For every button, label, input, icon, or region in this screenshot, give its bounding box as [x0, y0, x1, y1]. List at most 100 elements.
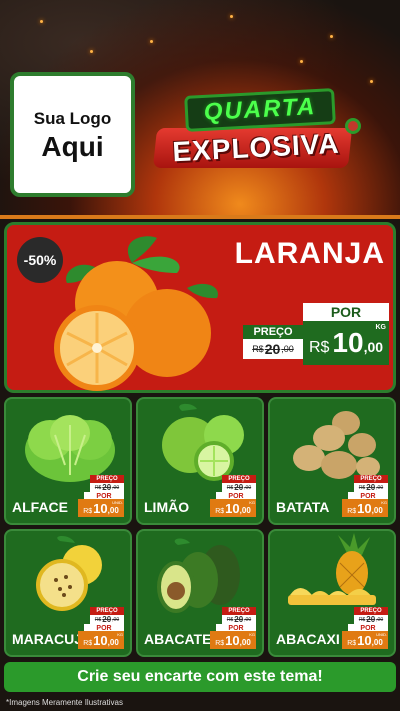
price-currency: R$	[215, 640, 225, 647]
price-cents: ,00	[363, 339, 384, 355]
old-price: R$ 20,00	[222, 483, 256, 492]
avocado-illustration	[157, 538, 240, 613]
spark-decoration	[330, 35, 333, 38]
new-price: KG R$ 10,00	[342, 499, 388, 517]
product-card-alface[interactable]: ALFACE PREÇO R$ 20,00 POR UNID. R$ 10,00	[4, 397, 132, 525]
logo-line-1: Sua Logo	[33, 108, 112, 128]
spark-decoration	[230, 15, 233, 18]
new-price: KG R$ 10 ,00	[303, 321, 389, 365]
old-price-cents: ,00	[376, 484, 384, 491]
product-card-abacaxi[interactable]: ABACAXI PREÇO R$ 20,00 POR UNID. R$ 10,00	[268, 529, 396, 657]
spark-decoration	[300, 60, 303, 63]
old-price: R$ 20,00	[222, 615, 256, 624]
price-value: 10	[357, 501, 372, 516]
price-value: 10	[332, 327, 364, 358]
price-value: 10	[93, 501, 108, 516]
price-currency: R$	[215, 508, 225, 515]
old-price-label: PREÇO	[354, 607, 388, 615]
spark-decoration	[370, 80, 373, 83]
product-card-batata[interactable]: BATATA PREÇO R$ 20,00 POR KG R$ 10,00	[268, 397, 396, 525]
spark-decoration	[40, 20, 43, 23]
price-currency: R$	[83, 508, 93, 515]
old-price-currency: R$	[226, 484, 234, 491]
old-price-cents: ,00	[112, 616, 120, 623]
hero-banner: Sua Logo Aqui QUARTA EXPLOSIVA	[0, 0, 400, 215]
spark-decoration	[150, 40, 153, 43]
price-cents: ,00	[371, 638, 383, 647]
new-price: UNID. R$ 10,00	[78, 499, 124, 517]
badge-top-tag: QUARTA	[184, 88, 336, 132]
passionfruit-illustration	[36, 536, 102, 611]
price-value: 10	[357, 633, 372, 648]
old-price-value: 20	[366, 483, 376, 492]
old-price-value: 20	[264, 341, 281, 357]
old-price-value: 20	[102, 615, 112, 624]
price-cents: ,00	[239, 638, 251, 647]
new-price: KG R$ 10,00	[210, 631, 256, 649]
old-price: R$ 20,00	[354, 483, 388, 492]
price-unit: KG	[249, 632, 255, 637]
old-price-cents: ,00	[244, 616, 252, 623]
product-card-limao[interactable]: LIMÃO PREÇO R$ 20,00 POR KG R$ 10,00	[136, 397, 264, 525]
old-price-label: PREÇO	[90, 607, 124, 615]
product-name: ALFACE	[12, 499, 68, 515]
price-value: 10	[93, 633, 108, 648]
old-price: R$ 20,00	[243, 339, 303, 359]
orange-illustration	[54, 236, 218, 391]
new-price: UNID. R$ 10,00	[342, 631, 388, 649]
divider	[0, 215, 400, 219]
price-unit: KG	[249, 500, 255, 505]
quarta-explosiva-badge: QUARTA EXPLOSIVA	[145, 88, 365, 183]
lime-illustration	[162, 403, 244, 481]
potato-illustration	[293, 411, 380, 479]
old-price-label: PREÇO	[222, 607, 256, 615]
old-price-currency: R$	[226, 616, 234, 623]
price-currency: R$	[83, 640, 93, 647]
price-cents: ,00	[107, 638, 119, 647]
featured-product-name: LARANJA	[234, 237, 385, 270]
old-price-cents: ,00	[376, 616, 384, 623]
old-price-value: 20	[234, 615, 244, 624]
old-price-cents: ,00	[112, 484, 120, 491]
old-price-value: 20	[102, 483, 112, 492]
price-cents: ,00	[371, 506, 383, 515]
discount-badge: -50%	[17, 237, 63, 283]
spark-decoration	[90, 50, 93, 53]
new-price: KG R$ 10,00	[78, 631, 124, 649]
badge-top-text: QUARTA	[203, 93, 317, 126]
price-unit: KG	[381, 500, 387, 505]
price-unit: UNID.	[112, 500, 123, 505]
price-cents: ,00	[239, 506, 251, 515]
old-price-label: PREÇO	[222, 475, 256, 483]
old-price-currency: R$	[94, 484, 102, 491]
old-price-currency: R$	[252, 344, 264, 354]
product-name: LIMÃO	[144, 499, 190, 515]
featured-product-card[interactable]: -50% LARANJA PREÇO R$ 20,00 POR KG R$ 10 …	[4, 222, 396, 393]
old-price-cents: ,00	[244, 484, 252, 491]
old-price: R$ 20,00	[354, 615, 388, 624]
price-unit: KG	[375, 324, 387, 331]
old-price-label: PREÇO	[354, 475, 388, 483]
pineapple-illustration	[288, 533, 376, 605]
old-price: R$ 20,00	[90, 615, 124, 624]
logo-placeholder[interactable]: Sua Logo Aqui	[10, 72, 135, 197]
old-price-value: 20	[366, 615, 376, 624]
product-name: ABACATE	[144, 631, 212, 647]
logo-line-2: Aqui	[41, 130, 104, 162]
product-card-abacate[interactable]: ABACATE PREÇO R$ 20,00 POR KG R$ 10,00	[136, 529, 264, 657]
new-price: KG R$ 10,00	[210, 499, 256, 517]
old-price-label: PREÇO	[90, 475, 124, 483]
old-price-currency: R$	[358, 484, 366, 491]
cta-button[interactable]: Crie seu encarte com este tema!	[4, 662, 396, 692]
old-price-currency: R$	[358, 616, 366, 623]
price-currency: R$	[308, 339, 330, 356]
disclaimer-text: *Imagens Meramente Ilustrativas	[6, 698, 123, 707]
old-price-currency: R$	[94, 616, 102, 623]
product-card-maracuja[interactable]: MARACUJÁ PREÇO R$ 20,00 POR KG R$ 10,00	[4, 529, 132, 657]
old-price-value: 20	[234, 483, 244, 492]
new-price-label: POR	[303, 303, 389, 321]
price-currency: R$	[347, 640, 357, 647]
price-value: 10	[225, 501, 240, 516]
product-name: ABACAXI	[276, 631, 340, 647]
lettuce-illustration	[25, 415, 115, 482]
